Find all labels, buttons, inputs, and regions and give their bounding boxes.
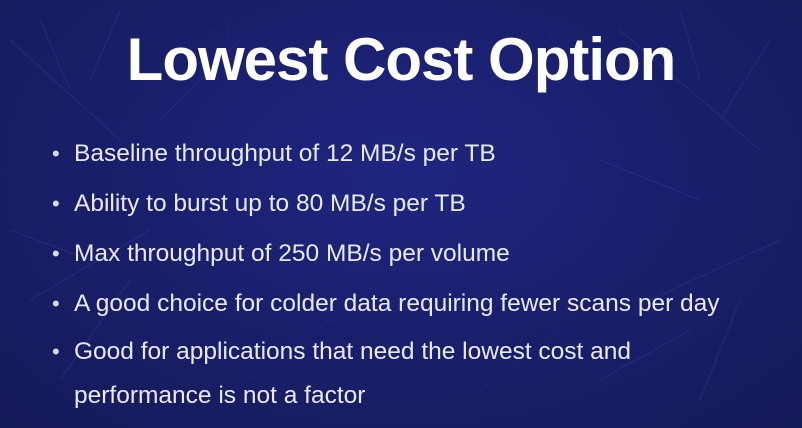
- bullet-icon: •: [52, 141, 60, 166]
- bullet-text: Baseline throughput of 12 MB/s per TB: [74, 140, 496, 167]
- slide: Lowest Cost Option • Baseline throughput…: [0, 0, 802, 428]
- bullet-item: • Max throughput of 250 MB/s per volume: [52, 234, 797, 274]
- slide-title: Lowest Cost Option: [126, 26, 677, 93]
- bullet-text: Ability to burst up to 80 MB/s per TB: [74, 190, 466, 217]
- bullet-icon: •: [52, 291, 60, 316]
- bullet-icon: •: [52, 241, 60, 266]
- bullet-item: • Good for applications that need the lo…: [52, 330, 774, 418]
- bullet-text: A good choice for colder data requiring …: [74, 290, 720, 317]
- bullet-item: • Ability to burst up to 80 MB/s per TB: [52, 184, 797, 224]
- bullet-icon: •: [52, 191, 60, 216]
- bullet-text: Good for applications that need the lowe…: [74, 338, 632, 409]
- bullet-item: • A good choice for colder data requirin…: [52, 284, 797, 324]
- bullet-icon: •: [52, 339, 60, 364]
- bullet-list: • Baseline throughput of 12 MB/s per TB …: [52, 134, 797, 428]
- bullet-text: Max throughput of 250 MB/s per volume: [74, 240, 510, 267]
- bullet-item: • Baseline throughput of 12 MB/s per TB: [52, 134, 797, 174]
